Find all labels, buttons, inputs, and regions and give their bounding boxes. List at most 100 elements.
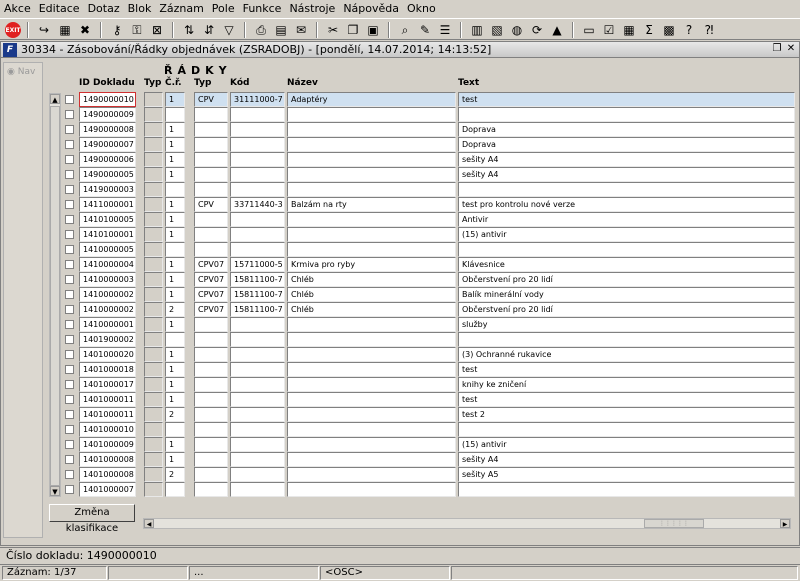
image-icon[interactable]: ▧ xyxy=(488,21,506,39)
cell-nazev[interactable] xyxy=(287,122,456,137)
cell-cr[interactable]: 1 xyxy=(165,227,185,242)
typ-cell[interactable] xyxy=(144,437,163,452)
cell-cr[interactable]: 1 xyxy=(165,437,185,452)
cell-nazev[interactable] xyxy=(287,392,456,407)
cell-id[interactable]: 1410000004 xyxy=(79,257,136,272)
cell-id[interactable]: 1410100001 xyxy=(79,227,136,242)
cell-text[interactable] xyxy=(458,422,795,437)
cell-id[interactable]: 1401000020 xyxy=(79,347,136,362)
cell-cr[interactable]: 2 xyxy=(165,467,185,482)
cell-cr[interactable]: 2 xyxy=(165,302,185,317)
cut-icon[interactable]: ✂ xyxy=(324,21,342,39)
cell-kod[interactable] xyxy=(230,422,285,437)
cell-nazev[interactable]: Krmiva pro ryby xyxy=(287,257,456,272)
typ-cell[interactable] xyxy=(144,287,163,302)
filter-icon[interactable]: ▽ xyxy=(220,21,238,39)
cell-id[interactable]: 1401000018 xyxy=(79,362,136,377)
cell-id[interactable]: 1419000003 xyxy=(79,182,136,197)
export-icon[interactable]: ▤ xyxy=(272,21,290,39)
cell-kod[interactable] xyxy=(230,167,285,182)
cell-typ[interactable] xyxy=(194,437,228,452)
cell-text[interactable]: (15) antivir xyxy=(458,437,795,452)
typ-cell[interactable] xyxy=(144,302,163,317)
cell-typ[interactable] xyxy=(194,242,228,257)
row-checkbox[interactable] xyxy=(65,95,74,104)
cell-cr[interactable]: 1 xyxy=(165,347,185,362)
cell-text[interactable]: Doprava xyxy=(458,137,795,152)
query-enter-icon[interactable]: ⚷ xyxy=(108,21,126,39)
scroll-thumb[interactable] xyxy=(50,106,60,486)
context-help-icon[interactable]: ⁈ xyxy=(700,21,718,39)
cell-text[interactable] xyxy=(458,107,795,122)
paste-icon[interactable]: ▣ xyxy=(364,21,382,39)
cell-cr[interactable]: 1 xyxy=(165,167,185,182)
cell-typ[interactable] xyxy=(194,167,228,182)
cell-kod[interactable] xyxy=(230,482,285,497)
row-checkbox[interactable] xyxy=(65,140,74,149)
cell-nazev[interactable]: Chléb xyxy=(287,272,456,287)
cell-cr[interactable]: 1 xyxy=(165,452,185,467)
cell-cr[interactable]: 1 xyxy=(165,92,185,107)
typ-cell[interactable] xyxy=(144,137,163,152)
close-icon[interactable]: ✕ xyxy=(785,43,797,55)
edit-icon[interactable]: ✎ xyxy=(416,21,434,39)
cell-cr[interactable]: 1 xyxy=(165,272,185,287)
cell-nazev[interactable]: Balzám na rty xyxy=(287,197,456,212)
sum-icon[interactable]: Σ xyxy=(640,21,658,39)
cell-nazev[interactable] xyxy=(287,347,456,362)
cell-nazev[interactable] xyxy=(287,467,456,482)
row-checkbox[interactable] xyxy=(65,275,74,284)
scroll-left-icon[interactable]: ◀ xyxy=(144,519,154,528)
cell-cr[interactable]: 1 xyxy=(165,287,185,302)
row-checkbox[interactable] xyxy=(65,155,74,164)
scroll-down-icon[interactable]: ▼ xyxy=(50,486,60,496)
cell-typ[interactable] xyxy=(194,377,228,392)
cell-nazev[interactable] xyxy=(287,212,456,227)
cell-id[interactable]: 1401000011 xyxy=(79,407,136,422)
query-execute-icon[interactable]: ⚿ xyxy=(128,21,146,39)
cell-nazev[interactable] xyxy=(287,422,456,437)
typ-cell[interactable] xyxy=(144,242,163,257)
cell-typ[interactable] xyxy=(194,362,228,377)
cell-typ[interactable] xyxy=(194,332,228,347)
cell-id[interactable]: 1410000003 xyxy=(79,272,136,287)
row-checkbox[interactable] xyxy=(65,290,74,299)
cell-text[interactable]: sešity A4 xyxy=(458,167,795,182)
cell-nazev[interactable] xyxy=(287,107,456,122)
cell-typ[interactable] xyxy=(194,152,228,167)
cell-kod[interactable] xyxy=(230,407,285,422)
typ-cell[interactable] xyxy=(144,212,163,227)
cell-kod[interactable] xyxy=(230,242,285,257)
menu-item-1[interactable]: Editace xyxy=(35,0,84,18)
cell-id[interactable]: 1401000007 xyxy=(79,482,136,497)
cell-cr[interactable]: 1 xyxy=(165,137,185,152)
typ-cell[interactable] xyxy=(144,422,163,437)
clear-icon[interactable]: ✖ xyxy=(76,21,94,39)
cell-text[interactable]: test pro kontrolu nové verze xyxy=(458,197,795,212)
cell-id[interactable]: 1490000008 xyxy=(79,122,136,137)
cell-kod[interactable] xyxy=(230,347,285,362)
cell-kod[interactable]: 15811100-7 xyxy=(230,272,285,287)
typ-cell[interactable] xyxy=(144,332,163,347)
cell-nazev[interactable] xyxy=(287,437,456,452)
row-checkbox[interactable] xyxy=(65,440,74,449)
cell-id[interactable]: 1401000009 xyxy=(79,437,136,452)
row-checkbox[interactable] xyxy=(65,245,74,254)
cell-cr[interactable] xyxy=(165,332,185,347)
cell-text[interactable]: (15) antivir xyxy=(458,227,795,242)
cell-text[interactable]: Klávesnice xyxy=(458,257,795,272)
menu-item-5[interactable]: Pole xyxy=(208,0,239,18)
cell-cr[interactable]: 1 xyxy=(165,212,185,227)
cell-typ[interactable] xyxy=(194,182,228,197)
cell-kod[interactable] xyxy=(230,152,285,167)
vertical-scrollbar[interactable]: ▲ ▼ xyxy=(49,93,61,497)
cell-nazev[interactable] xyxy=(287,482,456,497)
cell-typ[interactable]: CPV07 xyxy=(194,302,228,317)
cell-kod[interactable]: 33711440-3 xyxy=(230,197,285,212)
cell-nazev[interactable] xyxy=(287,152,456,167)
cell-text[interactable]: sešity A4 xyxy=(458,452,795,467)
row-checkbox[interactable] xyxy=(65,470,74,479)
cell-text[interactable]: test 2 xyxy=(458,407,795,422)
cell-text[interactable]: knihy ke zničení xyxy=(458,377,795,392)
cell-typ[interactable]: CPV xyxy=(194,92,228,107)
